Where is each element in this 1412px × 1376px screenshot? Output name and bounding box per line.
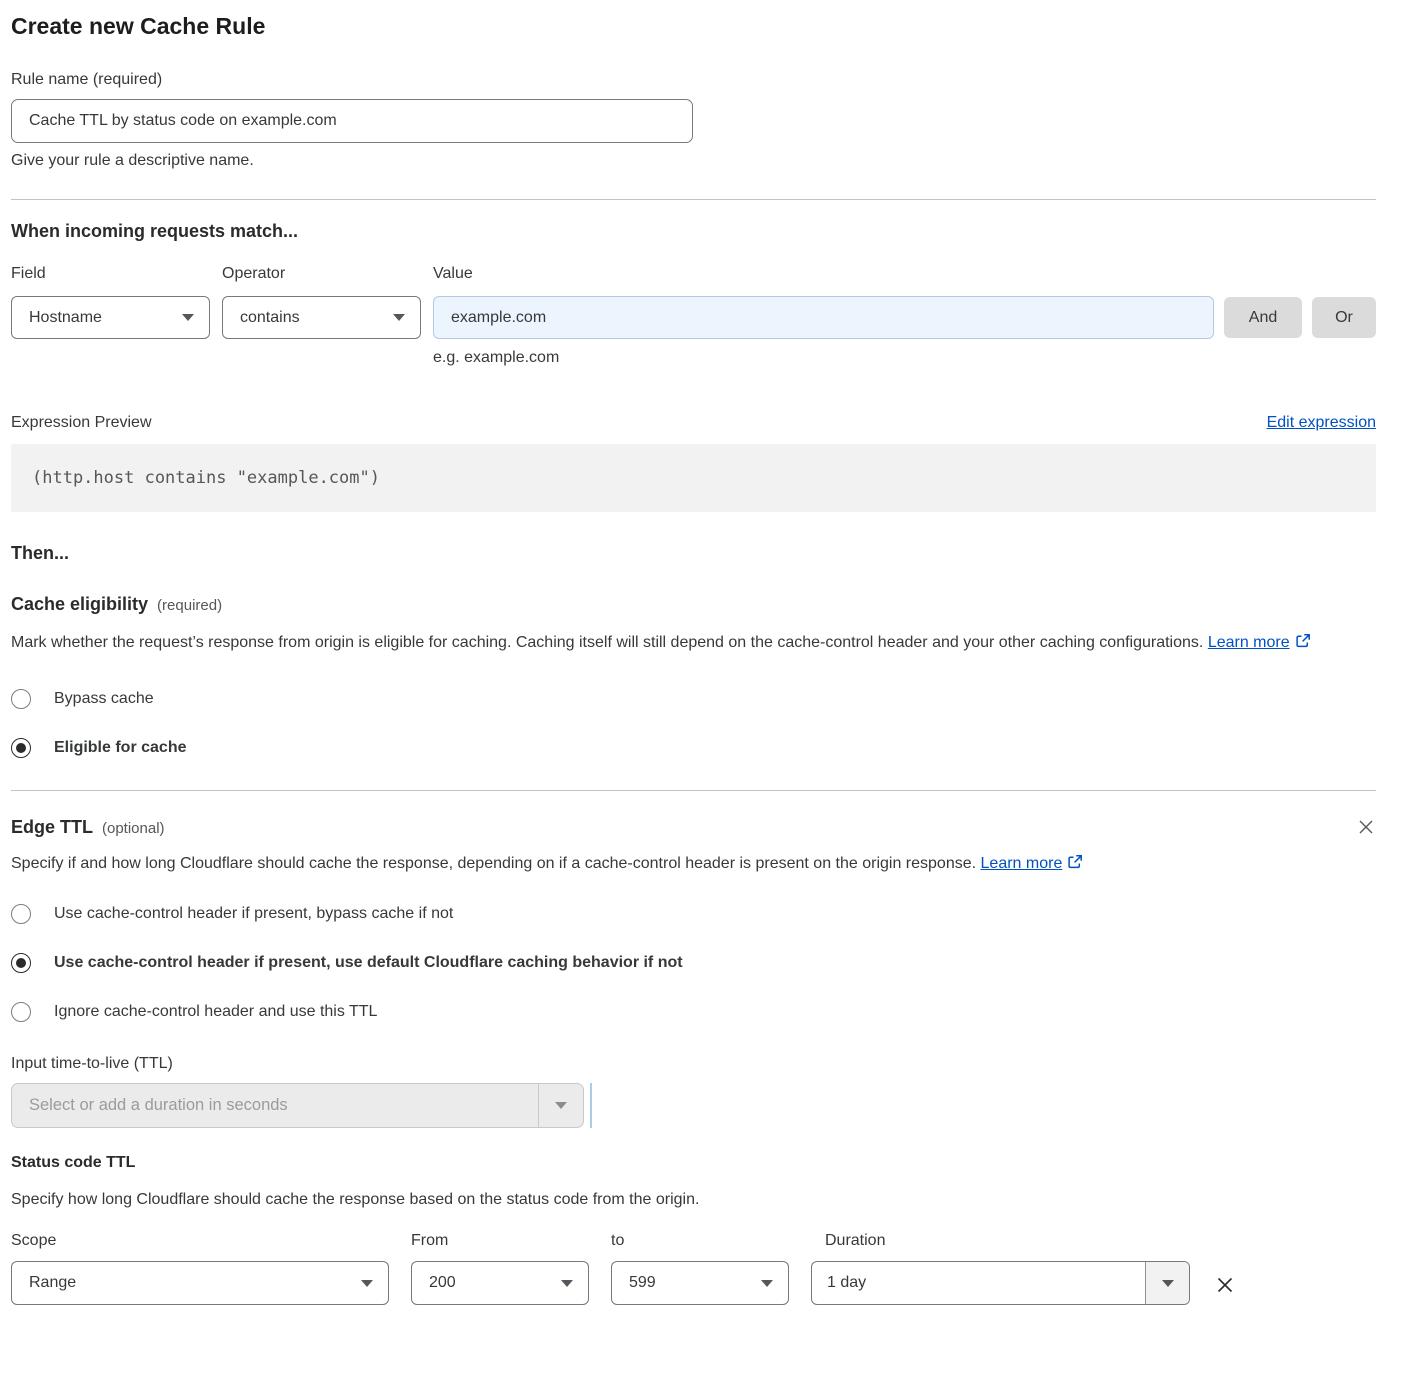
radio-label: Bypass cache	[54, 690, 154, 708]
duration-combobox[interactable]: 1 day	[811, 1261, 1190, 1305]
create-cache-rule-form: Create new Cache Rule Rule name (require…	[11, 0, 1376, 1331]
text-cursor	[590, 1083, 592, 1128]
radio-button-selected[interactable]	[11, 738, 31, 758]
to-label: to	[611, 1232, 789, 1250]
cache-eligibility-heading: Cache eligibility (required)	[11, 594, 1376, 615]
from-label: From	[411, 1232, 589, 1250]
close-icon	[1214, 1274, 1236, 1296]
radio-cache-control-bypass[interactable]: Use cache-control header if present, byp…	[11, 904, 1376, 924]
learn-more-link[interactable]: Learn more	[1208, 634, 1290, 651]
page-title: Create new Cache Rule	[11, 13, 1376, 40]
chevron-down-icon	[561, 1280, 573, 1287]
radio-cache-control-default[interactable]: Use cache-control header if present, use…	[11, 953, 1376, 973]
section-divider	[11, 199, 1376, 200]
radio-bypass-cache[interactable]: Bypass cache	[11, 689, 1376, 709]
dropdown-arrow-button[interactable]	[538, 1084, 583, 1127]
or-button[interactable]: Or	[1312, 297, 1376, 338]
dropdown-arrow-button[interactable]	[1145, 1262, 1189, 1304]
edge-ttl-description-text: Specify if and how long Cloudflare shoul…	[11, 855, 976, 872]
chevron-down-icon	[555, 1102, 567, 1109]
from-select[interactable]: 200	[411, 1261, 589, 1305]
then-heading: Then...	[11, 543, 1376, 564]
rule-name-input[interactable]	[11, 99, 693, 143]
chevron-down-icon	[761, 1280, 773, 1287]
field-select-value: Hostname	[29, 309, 102, 327]
radio-label: Eligible for cache	[54, 739, 186, 757]
cache-eligibility-title: Cache eligibility	[11, 594, 148, 614]
chevron-down-icon	[361, 1280, 373, 1287]
expression-preview-header: Expression Preview Edit expression	[11, 414, 1376, 432]
value-input[interactable]	[433, 296, 1214, 339]
operator-select[interactable]: contains	[222, 296, 421, 339]
external-link-icon	[1067, 852, 1083, 880]
radio-label: Use cache-control header if present, use…	[54, 954, 683, 972]
expression-code: (http.host contains "example.com")	[11, 444, 1376, 512]
scope-label: Scope	[11, 1232, 389, 1250]
from-select-value: 200	[429, 1274, 456, 1292]
expression-preview-label: Expression Preview	[11, 414, 152, 432]
status-code-ttl-row: Scope Range From 200 to 599 Duration 1 d…	[11, 1232, 1376, 1305]
duration-label: Duration	[811, 1232, 1190, 1250]
field-select[interactable]: Hostname	[11, 296, 210, 339]
required-note: (required)	[157, 597, 222, 614]
status-code-ttl-description: Specify how long Cloudflare should cache…	[11, 1186, 1351, 1214]
radio-eligible-for-cache[interactable]: Eligible for cache	[11, 738, 1376, 758]
match-condition-row: Field Hostname Operator contains Value e…	[11, 265, 1376, 367]
edge-ttl-heading: Edge TTL (optional)	[11, 817, 165, 838]
to-select-value: 599	[629, 1274, 656, 1292]
to-select[interactable]: 599	[611, 1261, 789, 1305]
close-icon	[1356, 817, 1376, 837]
edit-expression-link[interactable]: Edit expression	[1267, 414, 1376, 432]
radio-label: Use cache-control header if present, byp…	[54, 905, 453, 923]
edge-ttl-description: Specify if and how long Cloudflare shoul…	[11, 850, 1351, 880]
rule-name-help: Give your rule a descriptive name.	[11, 152, 1376, 170]
external-link-icon	[1295, 631, 1311, 659]
scope-select[interactable]: Range	[11, 1261, 389, 1305]
value-label: Value	[433, 265, 1214, 283]
match-section-heading: When incoming requests match...	[11, 221, 1376, 242]
ttl-select-row: Select or add a duration in seconds	[11, 1083, 1376, 1128]
ttl-duration-select[interactable]: Select or add a duration in seconds	[11, 1083, 584, 1128]
status-code-ttl-heading: Status code TTL	[11, 1154, 1376, 1172]
ttl-input-label: Input time-to-live (TTL)	[11, 1055, 1376, 1073]
radio-label: Ignore cache-control header and use this…	[54, 1003, 377, 1021]
learn-more-link[interactable]: Learn more	[981, 855, 1063, 872]
chevron-down-icon	[393, 314, 405, 321]
chevron-down-icon	[1162, 1280, 1174, 1287]
radio-button-unselected[interactable]	[11, 689, 31, 709]
edge-ttl-title: Edge TTL	[11, 817, 93, 837]
cache-eligibility-description-text: Mark whether the request’s response from…	[11, 634, 1203, 651]
and-button[interactable]: And	[1224, 297, 1302, 338]
operator-label: Operator	[222, 265, 421, 283]
edge-ttl-header: Edge TTL (optional)	[11, 817, 1376, 838]
scope-select-value: Range	[29, 1274, 76, 1292]
cache-eligibility-description: Mark whether the request’s response from…	[11, 629, 1351, 659]
chevron-down-icon	[182, 314, 194, 321]
section-divider	[11, 790, 1376, 791]
radio-button-unselected[interactable]	[11, 1002, 31, 1022]
value-help: e.g. example.com	[433, 349, 1214, 367]
optional-note: (optional)	[102, 820, 165, 837]
radio-button-unselected[interactable]	[11, 904, 31, 924]
close-edge-ttl-button[interactable]	[1356, 817, 1376, 837]
ttl-duration-placeholder: Select or add a duration in seconds	[12, 1084, 538, 1127]
remove-status-code-row-button[interactable]	[1214, 1274, 1236, 1296]
field-label: Field	[11, 265, 210, 283]
radio-ignore-cache-control[interactable]: Ignore cache-control header and use this…	[11, 1002, 1376, 1022]
duration-value: 1 day	[812, 1262, 1145, 1304]
radio-button-selected[interactable]	[11, 953, 31, 973]
rule-name-label: Rule name (required)	[11, 71, 1376, 89]
operator-select-value: contains	[240, 309, 300, 327]
